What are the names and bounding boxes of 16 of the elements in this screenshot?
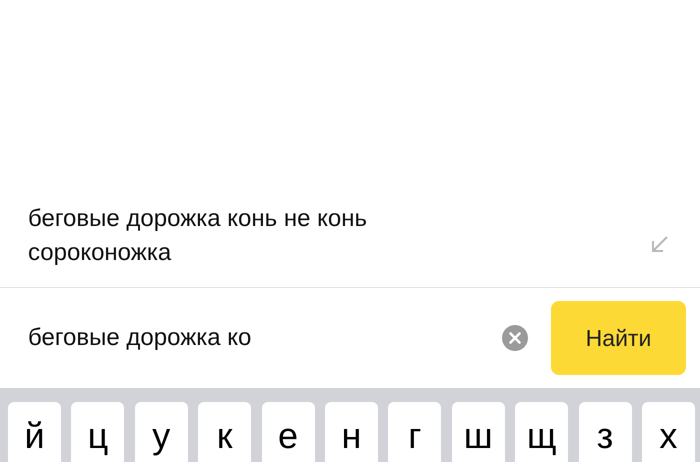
keyboard-key[interactable]: н — [324, 402, 378, 462]
keyboard-key[interactable]: к — [198, 402, 252, 462]
keyboard-key[interactable]: у — [134, 402, 188, 462]
keyboard-key[interactable]: й — [8, 402, 61, 462]
clear-icon[interactable] — [502, 325, 528, 351]
keyboard-key[interactable]: з — [578, 402, 632, 462]
keyboard-key[interactable]: ш — [452, 402, 505, 462]
keyboard-key[interactable]: ц — [71, 402, 124, 462]
keyboard-key[interactable]: г — [388, 402, 442, 462]
keyboard-key[interactable]: е — [262, 402, 315, 462]
search-field[interactable]: беговые дорожка ко — [28, 320, 502, 356]
suggestion-text[interactable]: беговые дорожка конь не конь сороконожка — [28, 202, 428, 282]
keyboard-key[interactable]: щ — [515, 402, 568, 462]
arrow-icon[interactable] — [651, 236, 668, 253]
search-button[interactable]: Найти — [551, 301, 686, 375]
keyboard-key[interactable]: х — [642, 402, 695, 462]
